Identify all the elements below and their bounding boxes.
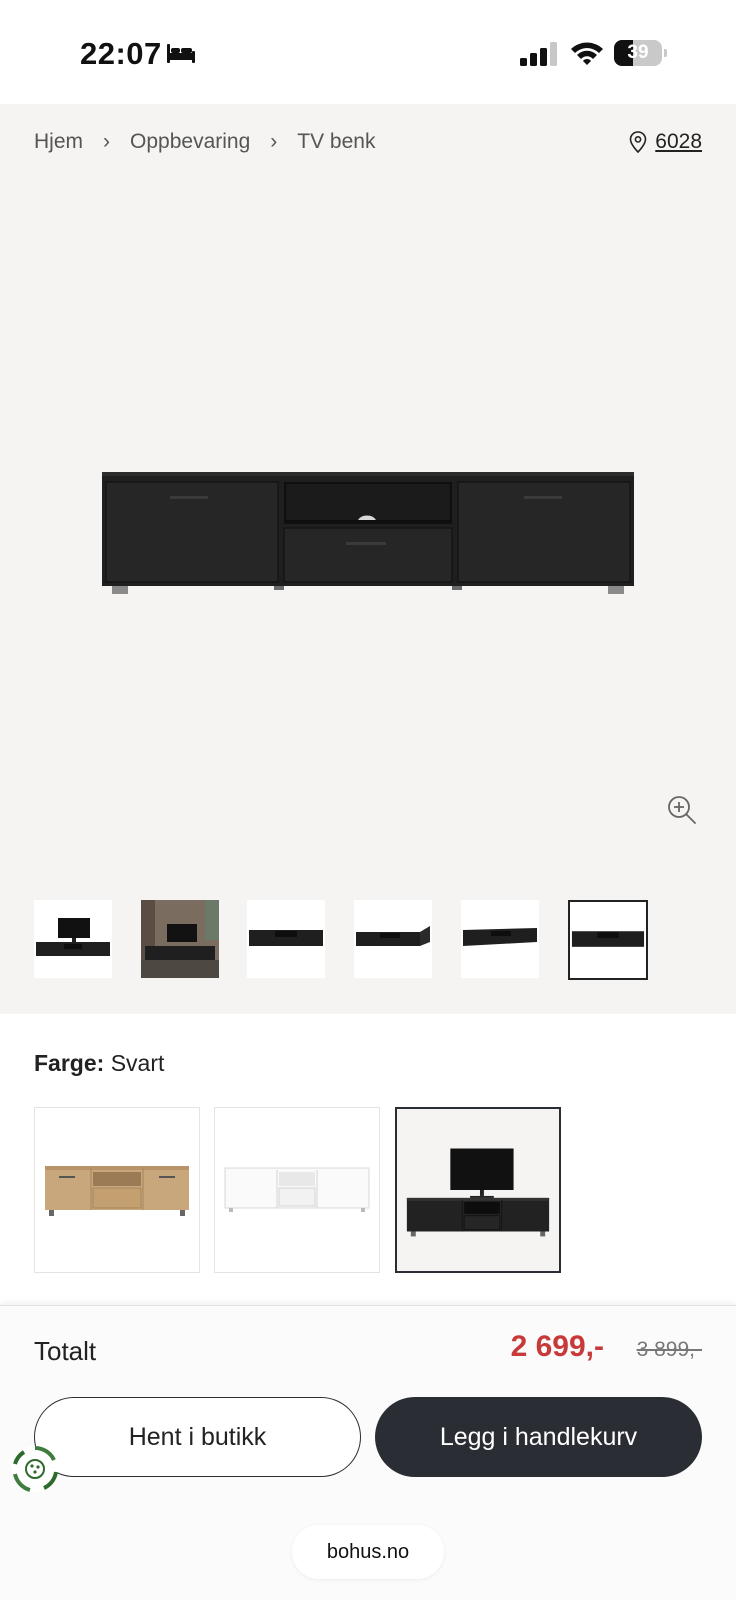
color-value: Svart [110,1050,165,1076]
color-option-black[interactable] [395,1107,561,1273]
thumbnail-4[interactable] [354,900,432,978]
purchase-bar: Totalt 2 699,- 3 899,- Hent i butikk Leg… [0,1305,736,1600]
thumbnail-3[interactable] [247,900,325,978]
location-selector[interactable]: 6028 [629,126,702,158]
zoom-in-icon[interactable] [666,794,698,826]
status-bar: 22:07 39 [0,0,736,104]
total-label: Totalt [34,1336,97,1366]
bed-icon [167,44,195,63]
thumbnail-2[interactable] [141,900,219,978]
cellular-signal-icon [520,42,557,66]
battery-level: 39 [627,42,649,63]
breadcrumb-item-hjem[interactable]: Hjem [34,130,83,154]
thumbnail-6[interactable] [568,900,648,980]
pick-up-in-store-button[interactable]: Hent i butikk [34,1397,361,1477]
color-label-title: Farge: [34,1050,105,1076]
sale-price: 2 699,- [510,1330,604,1363]
status-time: 22:07 [80,36,162,71]
add-to-cart-button[interactable]: Legg i handlekurv [375,1397,702,1477]
thumbnail-5[interactable] [461,900,539,978]
wifi-icon [571,42,603,65]
breadcrumb-item-oppbevaring[interactable]: Oppbevaring [130,130,250,154]
battery-icon: 39 [614,40,667,66]
browser-url-pill[interactable]: bohus.no [292,1525,444,1579]
chevron-right-icon: › [103,130,111,153]
product-gallery: Hjem › Oppbevaring › TV benk 6028 [0,104,736,1014]
color-option-oak[interactable] [34,1107,200,1273]
recycle-icon[interactable] [10,1444,60,1494]
color-option-white[interactable] [214,1107,380,1273]
product-image[interactable] [100,466,636,598]
original-price: 3 899,- [636,1338,702,1361]
chevron-right-icon: › [270,130,278,153]
thumbnail-1[interactable] [34,900,112,978]
color-label: Farge: Svart [34,1050,164,1077]
breadcrumb: Hjem › Oppbevaring › TV benk [34,126,375,158]
map-pin-icon [629,131,647,153]
postal-code[interactable]: 6028 [655,130,702,154]
breadcrumb-item-tv-benk[interactable]: TV benk [297,130,375,154]
